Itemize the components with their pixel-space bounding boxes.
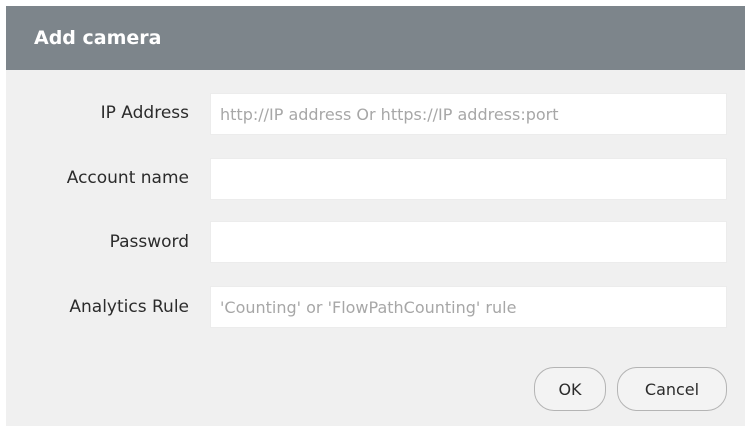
add-camera-dialog: Add camera IP Address Account name Passw… xyxy=(6,6,745,426)
analytics-rule-input[interactable] xyxy=(210,286,727,328)
cancel-button[interactable]: Cancel xyxy=(617,367,727,411)
account-name-label: Account name xyxy=(66,168,189,188)
ip-address-label: IP Address xyxy=(100,103,189,123)
password-input[interactable] xyxy=(210,221,727,263)
dialog-title: Add camera xyxy=(34,27,162,49)
analytics-rule-label: Analytics Rule xyxy=(69,297,189,317)
dialog-titlebar: Add camera xyxy=(6,6,745,70)
ok-button[interactable]: OK xyxy=(534,367,606,411)
ip-address-input[interactable] xyxy=(210,93,727,135)
account-name-input[interactable] xyxy=(210,158,727,200)
password-label: Password xyxy=(109,232,189,252)
